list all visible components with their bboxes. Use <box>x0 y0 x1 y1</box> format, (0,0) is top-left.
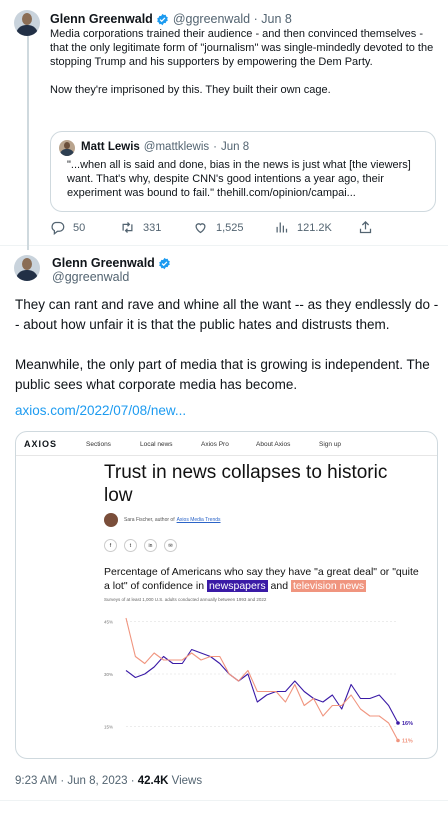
nav-item: Sign up <box>319 441 342 448</box>
dot-separator: · <box>250 12 262 26</box>
article-image-card[interactable]: AXIOS Sections Local news Axios Pro Abou… <box>15 431 438 759</box>
article-byline: Sara Fischer, author of Axios Media Tren… <box>104 513 221 527</box>
series-end-label: 11% <box>402 739 413 745</box>
analytics-icon <box>276 222 288 233</box>
legend-newspapers: newspapers <box>206 580 268 592</box>
article-link[interactable]: axios.com/2022/07/08/new... <box>15 403 186 418</box>
tweet-timestamp[interactable]: 9:23 AM · Jun 8, 2023 · <box>15 775 135 787</box>
tweet-glenn-greenwald-1[interactable]: Glenn Greenwald @ggreenwald · Jun 8 Medi… <box>0 0 448 250</box>
article-headline: Trust in news collapses to historic low <box>104 462 388 506</box>
legend-television: television news <box>290 580 367 592</box>
y-tick-label: 30% <box>104 672 113 677</box>
email-icon: ✉ <box>164 539 177 552</box>
views-button[interactable]: 121.2K <box>274 220 332 235</box>
retweet-icon <box>122 222 133 233</box>
y-tick-label: 45% <box>104 620 113 625</box>
dot-separator: · <box>213 141 217 153</box>
nav-item: Local news <box>140 441 173 448</box>
tweet-actions: 50 331 1,525 121.2K <box>50 220 380 238</box>
like-count: 1,525 <box>216 221 244 234</box>
series-end-point <box>396 738 400 743</box>
y-tick-label: 15% <box>104 725 113 730</box>
series-end-label: 16% <box>402 721 413 727</box>
quote-date: Jun 8 <box>221 141 250 153</box>
view-count: 121.2K <box>297 221 332 234</box>
facebook-icon: f <box>104 539 117 552</box>
author-avatar <box>104 513 118 527</box>
share-icons: f t in ✉ <box>104 539 184 552</box>
byline-prefix: Sara Fischer, author of <box>124 517 175 523</box>
chart-title-and: and <box>270 580 289 592</box>
tweet-paragraph: Meanwhile, the only part of media that i… <box>15 357 430 392</box>
quote-text: "...when all is said and done, bias in t… <box>67 159 411 199</box>
share-button[interactable] <box>358 220 381 235</box>
avatar[interactable] <box>14 255 40 281</box>
reply-icon <box>51 221 65 235</box>
reply-count: 50 <box>73 221 86 234</box>
views-label: Views <box>171 775 203 787</box>
quote-avatar <box>59 140 75 156</box>
verified-badge-icon <box>157 13 168 25</box>
series-line-television-news <box>125 617 399 741</box>
quoted-tweet[interactable]: Matt Lewis @mattklewis · Jun 8 "...when … <box>50 131 436 212</box>
author-handle[interactable]: @ggreenwald <box>173 12 250 26</box>
nav-divider <box>16 455 437 456</box>
heart-icon <box>195 223 206 234</box>
tweet-header: Glenn Greenwald <box>52 256 175 270</box>
nav-item: About Axios <box>256 441 291 448</box>
tweet-paragraph: Media corporations trained their audienc… <box>50 28 434 68</box>
tweet-paragraph: Now they're imprisoned by this. They bui… <box>50 84 331 96</box>
author-name[interactable]: Glenn Greenwald <box>50 12 153 26</box>
tweet-date[interactable]: Jun 8 <box>261 12 292 26</box>
chart-subtitle: Surveys of at least 1,000 U.S. adults co… <box>104 597 267 602</box>
like-button[interactable]: 1,525 <box>193 220 244 235</box>
reply-button[interactable]: 50 <box>50 220 85 235</box>
verified-badge-icon <box>159 257 170 269</box>
quote-author-name: Matt Lewis <box>81 141 140 153</box>
quote-author-handle: @mattklewis <box>143 141 210 153</box>
handle-row: @ggreenwald <box>52 270 129 284</box>
tweet-paragraph: They can rant and rave and whine all the… <box>15 297 439 332</box>
twitter-icon: t <box>124 539 137 552</box>
byline-link: Axios Media Trends <box>176 517 221 523</box>
tweet-text: Media corporations trained their audienc… <box>50 27 440 97</box>
chart-title: Percentage of Americans who say they hav… <box>104 565 424 593</box>
author-name[interactable]: Glenn Greenwald <box>52 256 155 270</box>
nav-item: Sections <box>86 441 111 448</box>
tweet-header: Glenn Greenwald @ggreenwald · Jun 8 <box>50 12 292 26</box>
thread-line <box>27 36 29 250</box>
author-handle[interactable]: @ggreenwald <box>52 270 129 284</box>
share-icon <box>359 220 372 234</box>
divider <box>0 800 448 801</box>
tweet-meta: 9:23 AM · Jun 8, 2023 · 42.4K Views <box>15 775 202 787</box>
axios-logo: AXIOS <box>24 439 58 449</box>
series-end-point <box>396 721 400 725</box>
retweet-button[interactable]: 331 <box>120 220 161 235</box>
nav-item: Axios Pro <box>201 441 229 448</box>
retweet-count: 331 <box>143 221 162 234</box>
linkedin-icon: in <box>144 539 157 552</box>
avatar[interactable] <box>14 10 40 36</box>
views-count: 42.4K <box>137 775 169 787</box>
axios-nav: AXIOS Sections Local news Axios Pro Abou… <box>16 432 437 456</box>
tweet-text: They can rant and rave and whine all the… <box>15 295 440 395</box>
quote-header: Matt Lewis @mattklewis · Jun 8 <box>81 141 249 153</box>
trust-line-chart: 45% 30% 15% 16% 11% <box>104 617 413 745</box>
